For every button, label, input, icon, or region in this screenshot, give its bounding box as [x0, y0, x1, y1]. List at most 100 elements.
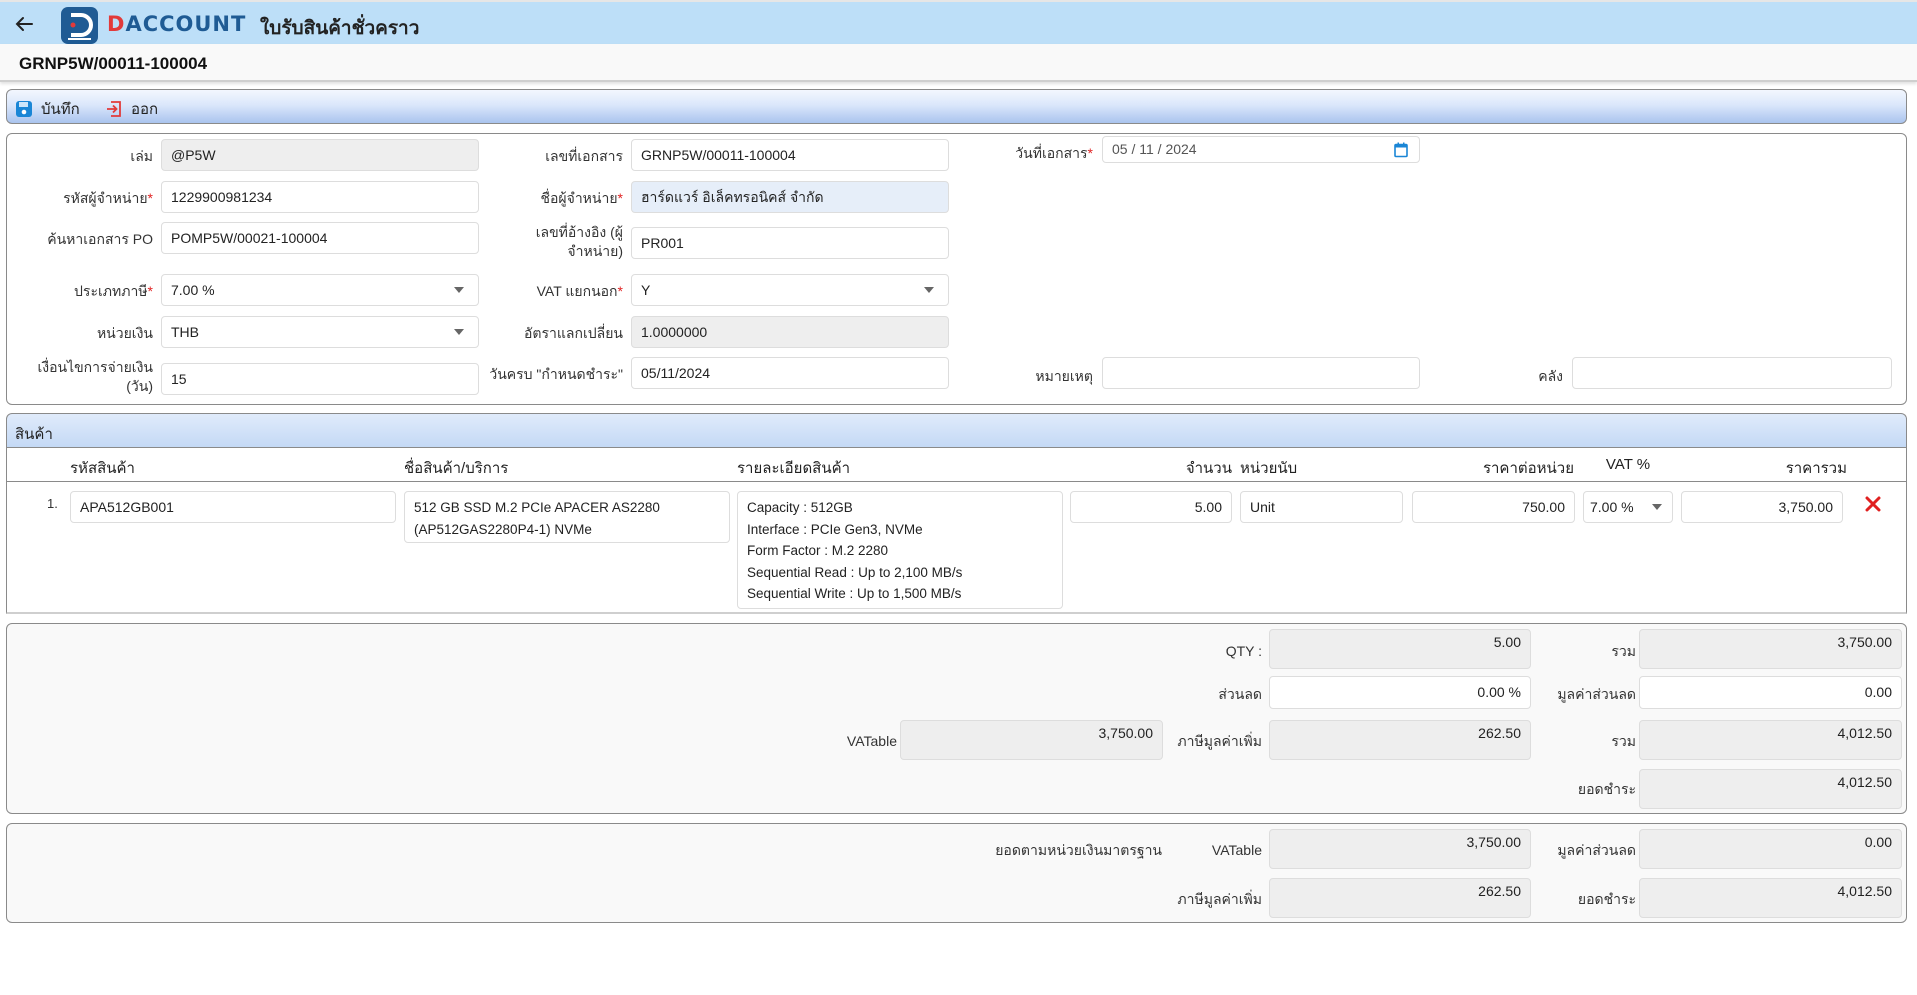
summary-qty-field[interactable]: 5.00	[1269, 629, 1531, 669]
delete-row-button[interactable]	[1864, 493, 1882, 519]
unit-price-field[interactable]: 750.00	[1412, 491, 1575, 523]
required-mark: *	[617, 283, 623, 299]
discount-value-field[interactable]: 0.00	[1639, 676, 1902, 709]
product-name-line2: (AP512GAS2280P4-1) NVMe	[414, 521, 592, 537]
save-button[interactable]: บันทึก	[15, 97, 80, 121]
vendor-name-label-text: ชื่อผู้จำหน่าย	[540, 190, 618, 206]
due-date-field[interactable]: 05/11/2024	[631, 357, 949, 389]
ref-no-field[interactable]: PR001	[631, 227, 949, 259]
back-button[interactable]	[12, 12, 36, 36]
currency-select[interactable]: THB	[161, 316, 479, 348]
warehouse-field[interactable]	[1572, 357, 1892, 389]
base-vat-field[interactable]: 262.50	[1269, 878, 1531, 918]
due-date-label: วันครบ "กำหนดชำระ"	[489, 366, 623, 382]
exit-icon	[107, 101, 121, 117]
remark-field[interactable]	[1102, 357, 1420, 389]
payment-terms-label-line2: (วัน)	[126, 378, 153, 394]
col-header-total: ราคารวม	[1785, 460, 1847, 477]
payment-terms-label: เงื่อนไขการจ่ายเงิน (วัน)	[7, 358, 153, 396]
summary-payable-field[interactable]: 4,012.50	[1639, 769, 1902, 809]
required-mark: *	[1087, 145, 1093, 161]
line-total-field[interactable]: 3,750.00	[1681, 491, 1843, 523]
tax-type-label-text: ประเภทภาษี	[74, 283, 148, 299]
document-form: เล่ม @P5W เลขที่เอกสาร GRNP5W/00011-1000…	[6, 133, 1907, 405]
arrow-left-icon	[15, 17, 33, 31]
row-index: 1.	[47, 496, 58, 511]
base-discount-value-field[interactable]: 0.00	[1639, 829, 1902, 869]
qty-field[interactable]: 5.00	[1070, 491, 1232, 523]
exit-button[interactable]: ออก	[105, 97, 158, 121]
col-header-qty: จำนวน	[1185, 460, 1232, 477]
detail-line: Interface : PCIe Gen3, NVMe	[747, 521, 923, 537]
discount-value-label: มูลค่าส่วนลด	[1557, 686, 1636, 702]
chevron-down-icon	[1652, 504, 1662, 510]
payable-label: ยอดชำระ	[1577, 781, 1636, 797]
vat-separate-select[interactable]: Y	[631, 274, 949, 306]
col-header-vat: VAT %	[1605, 456, 1651, 473]
base-payable-field[interactable]: 4,012.50	[1639, 878, 1902, 918]
doc-no-field[interactable]: GRNP5W/00011-100004	[631, 139, 949, 171]
exchange-rate-label: อัตราแลกเปลี่ยน	[524, 325, 623, 341]
book-field[interactable]: @P5W	[161, 139, 479, 171]
vendor-code-field[interactable]: 1229900981234	[161, 181, 479, 213]
remark-label: หมายเหตุ	[1035, 368, 1093, 384]
vatable-label: VATable	[846, 733, 897, 749]
detail-line: Capacity : 512GB	[747, 500, 853, 515]
discount-percent-field[interactable]: 0.00 %	[1269, 676, 1531, 709]
chevron-down-icon	[454, 287, 464, 293]
floppy-disk-icon	[16, 101, 32, 117]
warehouse-label: คลัง	[1538, 368, 1563, 384]
products-section-title: สินค้า	[15, 426, 53, 443]
doc-date-field[interactable]: 05 / 11 / 2024	[1102, 136, 1420, 163]
summary-vat-field[interactable]: 262.50	[1269, 720, 1531, 760]
col-header-unit: หน่วยนับ	[1240, 460, 1298, 477]
close-x-icon	[1865, 496, 1881, 512]
brand-wordmark: DACCOUNT	[107, 12, 246, 36]
vendor-name-field[interactable]: ฮาร์ดแวร์ อิเล็คทรอนิคส์ จำกัด	[631, 181, 949, 213]
tax-type-label: ประเภทภาษี*	[7, 282, 153, 301]
ref-no-label-line2: จำหน่าย)	[567, 243, 623, 259]
summary-subtotal-field[interactable]: 3,750.00	[1639, 629, 1902, 669]
product-code-field[interactable]: APA512GB001	[70, 491, 396, 523]
products-table-header: รหัสสินค้า ชื่อสินค้า/บริการ รายละเอียดส…	[7, 448, 1906, 482]
base-vat-label: ภาษีมูลค่าเพิ่ม	[1177, 891, 1262, 907]
product-detail-field[interactable]: Capacity : 512GB Interface : PCIe Gen3, …	[737, 491, 1063, 609]
vat-value: 7.00 %	[1590, 499, 1634, 515]
doc-date-label-text: วันที่เอกสาร	[1015, 145, 1088, 161]
payment-terms-label-line1: เงื่อนไขการจ่ายเงิน	[37, 359, 153, 375]
tax-type-value: 7.00 %	[171, 282, 215, 298]
tax-type-select[interactable]: 7.00 %	[161, 274, 479, 306]
save-label: บันทึก	[41, 101, 80, 118]
col-header-name: ชื่อสินค้า/บริการ	[404, 460, 509, 477]
product-name-field[interactable]: 512 GB SSD M.2 PCIe APACER AS2280 (AP512…	[404, 491, 730, 543]
vat-select[interactable]: 7.00 %	[1583, 491, 1673, 523]
base-vatable-field[interactable]: 3,750.00	[1269, 829, 1531, 869]
po-search-label: ค้นหาเอกสาร PO	[47, 231, 153, 247]
required-mark: *	[147, 190, 153, 206]
qty-label: QTY :	[1225, 643, 1262, 659]
summary-total-field[interactable]: 4,012.50	[1639, 720, 1902, 760]
po-search-field[interactable]: POMP5W/00021-100004	[161, 222, 479, 254]
brand-mark-d: D	[107, 12, 126, 36]
page-title: ใบรับสินค้าชั่วคราว	[260, 18, 420, 39]
currency-value: THB	[171, 324, 199, 340]
toolbar: บันทึก ออก	[6, 89, 1907, 124]
payment-terms-field[interactable]: 15	[161, 363, 479, 395]
doc-date-label: วันที่เอกสาร*	[937, 144, 1093, 163]
subtotal-label: รวม	[1611, 643, 1636, 659]
vat-separate-label-text: VAT แยกนอก	[536, 283, 618, 299]
base-vatable-label: VATable	[1211, 842, 1262, 858]
ref-no-label: เลขที่อ้างอิง (ผู้ จำหน่าย)	[467, 223, 623, 261]
vendor-code-label-text: รหัสผู้จำหน่าย	[63, 190, 148, 206]
products-section-header: สินค้า	[6, 413, 1907, 447]
calendar-icon[interactable]	[1393, 142, 1409, 158]
app-header: DACCOUNT ใบรับสินค้าชั่วคราว	[0, 0, 1917, 44]
col-header-code: รหัสสินค้า	[70, 460, 135, 477]
ref-no-label-line1: เลขที่อ้างอิง (ผู้	[535, 224, 623, 240]
exchange-rate-field[interactable]: 1.0000000	[631, 316, 949, 348]
unit-field[interactable]: Unit	[1240, 491, 1403, 523]
product-name-line1: 512 GB SSD M.2 PCIe APACER AS2280	[414, 500, 660, 515]
exit-label: ออก	[131, 101, 159, 118]
summary-panel: QTY : 5.00 รวม 3,750.00 ส่วนลด 0.00 % มู…	[6, 623, 1907, 814]
chevron-down-icon	[924, 287, 934, 293]
